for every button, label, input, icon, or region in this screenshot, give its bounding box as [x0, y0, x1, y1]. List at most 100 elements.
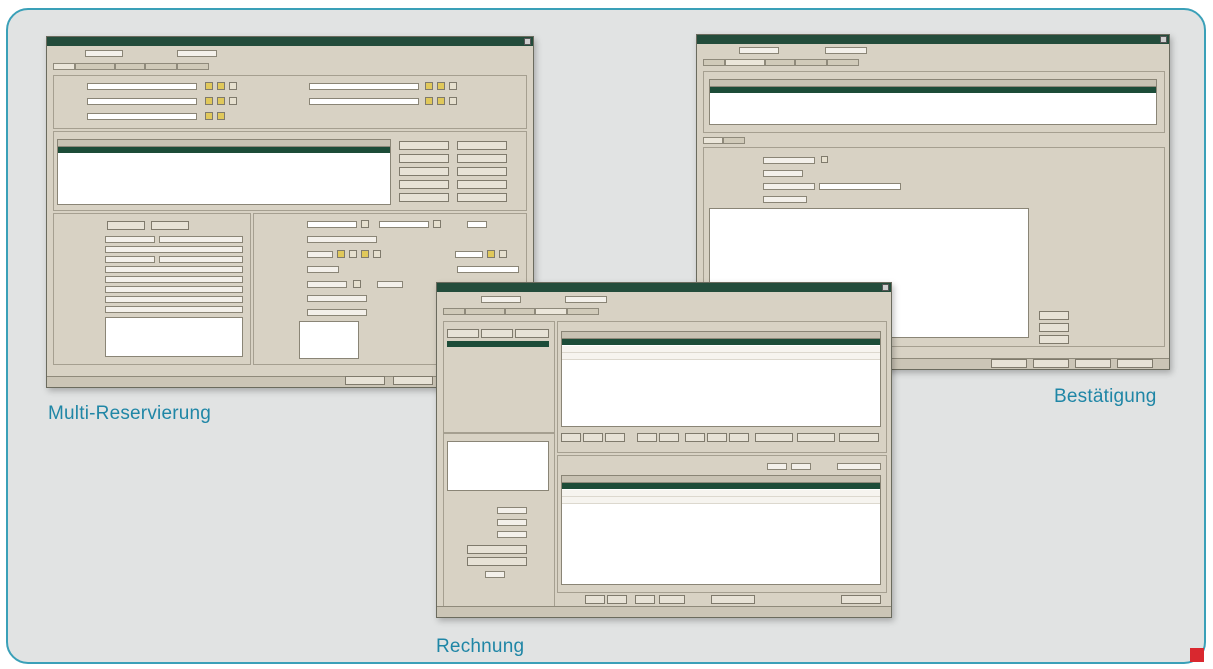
booking-date-field[interactable]: [825, 47, 867, 54]
tab-invoices[interactable]: [795, 59, 827, 66]
filter-select[interactable]: [837, 463, 881, 470]
tab-remarks[interactable]: [567, 308, 599, 315]
company-field[interactable]: [87, 83, 197, 90]
action-button[interactable]: [399, 141, 449, 150]
status-select[interactable]: [307, 309, 367, 316]
phone-field[interactable]: [105, 296, 243, 303]
invoice-tab-button[interactable]: [481, 329, 513, 338]
toolbar-button[interactable]: [729, 433, 749, 442]
search-icon[interactable]: [205, 97, 213, 105]
tab-general[interactable]: [703, 59, 725, 66]
lock-icon[interactable]: [361, 250, 369, 258]
invoice-row-selected[interactable]: [447, 341, 549, 347]
action-button[interactable]: [399, 180, 449, 189]
search-icon[interactable]: [425, 97, 433, 105]
payment-field[interactable]: [105, 286, 243, 293]
search-icon[interactable]: [205, 82, 213, 90]
toolbar-button[interactable]: [685, 433, 705, 442]
city-field[interactable]: [159, 256, 243, 263]
search-button[interactable]: [107, 221, 145, 230]
delivery-select[interactable]: [763, 183, 815, 190]
edit-icon[interactable]: [229, 82, 237, 90]
action-button[interactable]: [399, 154, 449, 163]
search-icon[interactable]: [487, 250, 495, 258]
agency-field[interactable]: [87, 98, 197, 105]
action-button[interactable]: [457, 141, 507, 150]
apply-button[interactable]: [1117, 359, 1153, 368]
cancel-button[interactable]: [1033, 359, 1069, 368]
toolbar-button[interactable]: [585, 595, 605, 604]
refresh-icon[interactable]: [373, 250, 381, 258]
contact-field[interactable]: [87, 113, 197, 120]
calendar-icon[interactable]: [433, 220, 441, 228]
search-icon[interactable]: [437, 97, 445, 105]
remarks-area[interactable]: [105, 317, 243, 357]
reservation-number-field[interactable]: [85, 50, 123, 57]
template-select[interactable]: [763, 157, 815, 164]
tab-confirmation[interactable]: [465, 308, 505, 315]
toolbar-button[interactable]: [583, 433, 603, 442]
zip-field[interactable]: [105, 256, 155, 263]
room-category-select[interactable]: [307, 236, 377, 243]
rooms-field[interactable]: [307, 251, 333, 258]
reservation-number-field[interactable]: [739, 47, 779, 54]
tab-billing[interactable]: [115, 63, 145, 70]
action-button[interactable]: [399, 193, 449, 202]
action-button[interactable]: [457, 193, 507, 202]
tab-invoices[interactable]: [145, 63, 177, 70]
edit-icon[interactable]: [449, 82, 457, 90]
tab-invoices[interactable]: [535, 308, 567, 315]
action-button[interactable]: [457, 167, 507, 176]
table-row[interactable]: [562, 353, 880, 360]
invoice-tab-button[interactable]: [447, 329, 479, 338]
search-icon[interactable]: [205, 112, 213, 120]
action-button[interactable]: [457, 180, 507, 189]
toolbar-button[interactable]: [711, 595, 755, 604]
toolbar-button[interactable]: [841, 595, 881, 604]
tab-remarks[interactable]: [177, 63, 209, 70]
ok-button[interactable]: [1075, 359, 1111, 368]
toolbar-button[interactable]: [635, 595, 655, 604]
email-field[interactable]: [819, 183, 901, 190]
table-row-selected[interactable]: [58, 147, 390, 153]
remarks-field[interactable]: [457, 266, 519, 273]
new-button[interactable]: [151, 221, 189, 230]
tab-remarks[interactable]: [827, 59, 859, 66]
toolbar-button[interactable]: [605, 433, 625, 442]
language-field[interactable]: [105, 276, 243, 283]
invoice-tab-button[interactable]: [515, 329, 549, 338]
email-field[interactable]: [105, 306, 243, 313]
action-button[interactable]: [399, 167, 449, 176]
company-code-field[interactable]: [455, 251, 483, 258]
search-icon[interactable]: [217, 82, 225, 90]
arrival-field[interactable]: [307, 221, 357, 228]
notes-area[interactable]: [299, 321, 359, 359]
name-field[interactable]: [105, 236, 155, 243]
close-icon[interactable]: [882, 284, 889, 291]
nights-field[interactable]: [467, 221, 487, 228]
tab-billing[interactable]: [505, 308, 535, 315]
filter-field[interactable]: [767, 463, 787, 470]
side-button[interactable]: [1039, 323, 1069, 332]
guest2-field[interactable]: [309, 98, 419, 105]
tab-letter[interactable]: [703, 137, 723, 144]
country-select[interactable]: [105, 266, 243, 273]
toolbar-button[interactable]: [839, 433, 879, 442]
ok-button[interactable]: [345, 376, 385, 385]
side-button[interactable]: [1039, 335, 1069, 344]
guest-field[interactable]: [309, 83, 419, 90]
booking-date-field[interactable]: [177, 50, 217, 57]
toolbar-button[interactable]: [797, 433, 835, 442]
close-icon[interactable]: [1160, 36, 1167, 43]
open-field[interactable]: [497, 531, 527, 538]
close-icon[interactable]: [524, 38, 531, 45]
table-row-selected[interactable]: [562, 483, 880, 489]
search-icon[interactable]: [217, 112, 225, 120]
firstname-field[interactable]: [159, 236, 243, 243]
table-row-selected[interactable]: [710, 87, 1156, 93]
table-row-selected[interactable]: [562, 339, 880, 345]
toolbar-button[interactable]: [659, 433, 679, 442]
checkbox-icon[interactable]: [821, 156, 828, 163]
action-button[interactable]: [467, 545, 527, 554]
print-button[interactable]: [991, 359, 1027, 368]
